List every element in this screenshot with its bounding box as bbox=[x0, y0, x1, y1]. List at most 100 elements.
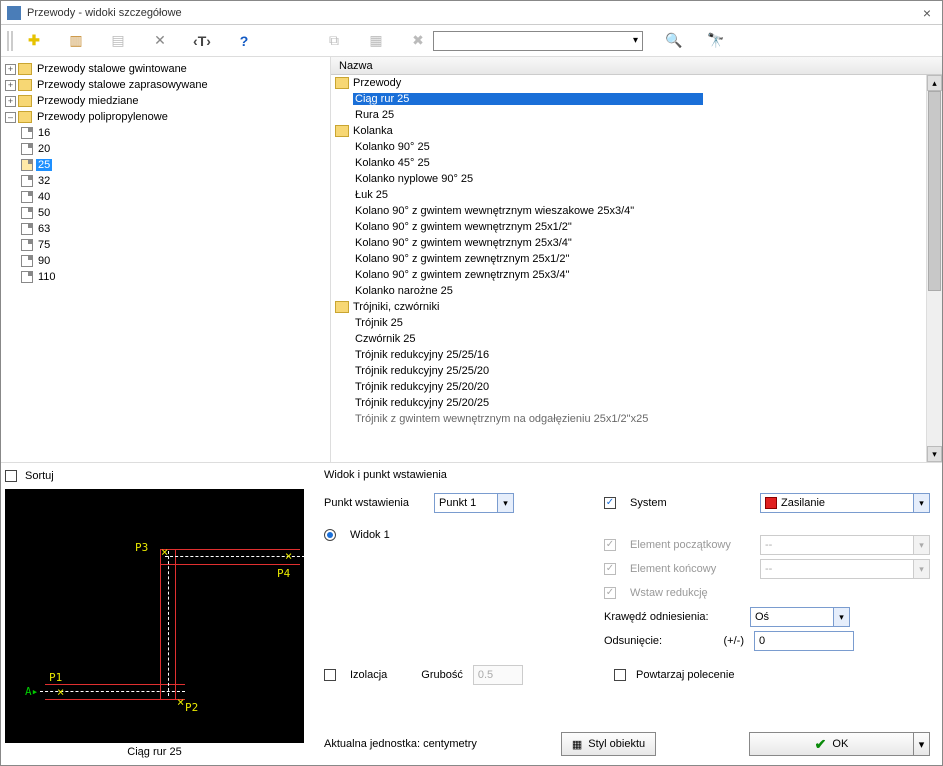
scroll-thumb[interactable] bbox=[928, 91, 941, 291]
close-button[interactable]: × bbox=[918, 5, 936, 21]
tools-icon[interactable]: ✕ bbox=[149, 30, 171, 52]
system-select[interactable]: Zasilanie▾ bbox=[760, 493, 930, 513]
right-pane: Nazwa Przewody Ciąg rur 25 Rura 25 Kolan… bbox=[331, 57, 942, 462]
odsun-input[interactable] bbox=[754, 631, 854, 651]
list-item[interactable]: Rura 25 bbox=[331, 107, 926, 123]
powtarzaj-label: Powtarzaj polecenie bbox=[636, 669, 734, 681]
list-item[interactable]: Kolano 90° z gwintem wewnętrznym wieszak… bbox=[331, 203, 926, 219]
tree-folder-open[interactable]: –Przewody polipropylenowe bbox=[5, 109, 326, 125]
window-title: Przewody - widoki szczegółowe bbox=[27, 7, 918, 19]
grubosc-input bbox=[473, 665, 523, 685]
search-icon[interactable]: 🔍 bbox=[663, 30, 685, 52]
element-konc-checkbox bbox=[604, 563, 616, 575]
wstaw-redukcje-label: Wstaw redukcję bbox=[630, 587, 708, 599]
list-item[interactable]: Kolanko narożne 25 bbox=[331, 283, 926, 299]
list-item[interactable]: Kolano 90° z gwintem wewnętrznym 25x1/2" bbox=[331, 219, 926, 235]
ok-split-arrow[interactable]: ▾ bbox=[914, 732, 930, 756]
swatch-icon bbox=[765, 497, 777, 509]
list-item[interactable]: Trójnik redukcyjny 25/20/20 bbox=[331, 379, 926, 395]
krawedz-select[interactable]: Oś▾ bbox=[750, 607, 850, 627]
list-item[interactable]: Kolanko 90° 25 bbox=[331, 139, 926, 155]
list-item[interactable]: Kolanko nyplowe 90° 25 bbox=[331, 171, 926, 187]
list-item[interactable]: Trójnik 25 bbox=[331, 315, 926, 331]
tree-item[interactable]: 40 bbox=[21, 189, 326, 205]
list-item-selected[interactable]: Ciąg rur 25 bbox=[331, 91, 926, 107]
system-label: System bbox=[630, 497, 750, 509]
toolbar-grip bbox=[7, 31, 13, 51]
app-icon bbox=[7, 6, 21, 20]
filter-combo[interactable]: ▾ bbox=[433, 31, 643, 51]
list-header[interactable]: Nazwa bbox=[331, 57, 942, 75]
help-icon[interactable]: ? bbox=[233, 30, 255, 52]
system-checkbox[interactable] bbox=[604, 497, 616, 509]
tree-item[interactable]: 32 bbox=[21, 173, 326, 189]
powtarzaj-checkbox[interactable] bbox=[614, 669, 626, 681]
list-item[interactable]: Trójnik z gwintem wewnętrznym na odgałęz… bbox=[331, 411, 926, 427]
tree-item[interactable]: 63 bbox=[21, 221, 326, 237]
item-list[interactable]: Przewody Ciąg rur 25 Rura 25 Kolanka Kol… bbox=[331, 75, 926, 462]
list-group[interactable]: Przewody bbox=[331, 75, 926, 91]
find-icon[interactable]: 🔭 bbox=[705, 30, 727, 52]
widok1-label: Widok 1 bbox=[350, 529, 390, 541]
scroll-up-icon[interactable]: ▴ bbox=[927, 75, 942, 91]
left-pane: +Przewody stalowe gwintowane +Przewody s… bbox=[1, 57, 331, 462]
odsun-pm: (+/-) bbox=[704, 635, 744, 647]
style-icon: ▦ bbox=[572, 738, 582, 751]
point-label: P3 bbox=[135, 541, 148, 554]
tree-folder[interactable]: +Przewody miedziane bbox=[5, 93, 326, 109]
tree-item[interactable]: 20 bbox=[21, 141, 326, 157]
tree-view[interactable]: +Przewody stalowe gwintowane +Przewody s… bbox=[1, 57, 330, 462]
properties-icon[interactable]: ▥ bbox=[65, 30, 87, 52]
style-button[interactable]: ▦ Styl obiektu bbox=[561, 732, 656, 756]
check-icon: ✔ bbox=[815, 736, 827, 753]
add-icon[interactable]: ✚ bbox=[23, 30, 45, 52]
list-item[interactable]: Trójnik redukcyjny 25/20/25 bbox=[331, 395, 926, 411]
punkt-label: Punkt wstawienia bbox=[324, 497, 424, 509]
tree-folder[interactable]: +Przewody stalowe gwintowane bbox=[5, 61, 326, 77]
tree-item[interactable]: 50 bbox=[21, 205, 326, 221]
element-pocz-select: --▾ bbox=[760, 535, 930, 555]
tree-item-selected[interactable]: 25 bbox=[21, 157, 326, 173]
list-group[interactable]: Kolanka bbox=[331, 123, 926, 139]
scrollbar-vertical[interactable]: ▴ ▾ bbox=[926, 75, 942, 462]
tree-folder[interactable]: +Przewody stalowe zaprasowywane bbox=[5, 77, 326, 93]
preview-canvas[interactable]: A▸ × × × × P1 P2 P3 P4 bbox=[5, 489, 304, 743]
insertion-panel: Widok i punkt wstawienia Punkt wstawieni… bbox=[308, 463, 942, 765]
sort-label: Sortuj bbox=[25, 470, 54, 482]
units-label: Aktualna jednostka: centymetry bbox=[324, 738, 477, 750]
krawedz-label: Krawędź odniesienia: bbox=[604, 611, 740, 623]
grubosc-label: Grubość bbox=[421, 669, 463, 681]
paste-icon[interactable]: ▦ bbox=[365, 30, 387, 52]
tree-item[interactable]: 75 bbox=[21, 237, 326, 253]
list-item[interactable]: Trójnik redukcyjny 25/25/20 bbox=[331, 363, 926, 379]
element-konc-select: --▾ bbox=[760, 559, 930, 579]
tree-item[interactable]: 90 bbox=[21, 253, 326, 269]
element-pocz-checkbox bbox=[604, 539, 616, 551]
list-group[interactable]: Trójniki, czwórniki bbox=[331, 299, 926, 315]
section-title: Widok i punkt wstawienia bbox=[324, 469, 930, 481]
tree-item[interactable]: 16 bbox=[21, 125, 326, 141]
tree-item[interactable]: 110 bbox=[21, 269, 326, 285]
izolacja-checkbox[interactable] bbox=[324, 669, 336, 681]
sort-checkbox[interactable] bbox=[5, 470, 17, 482]
widok1-radio[interactable] bbox=[324, 529, 336, 541]
list-icon[interactable]: ▤ bbox=[107, 30, 129, 52]
list-item[interactable]: Kolano 90° z gwintem wewnętrznym 25x3/4" bbox=[331, 235, 926, 251]
izolacja-label: Izolacja bbox=[350, 669, 387, 681]
ok-button[interactable]: ✔ OK bbox=[749, 732, 914, 756]
scroll-down-icon[interactable]: ▾ bbox=[927, 446, 942, 462]
punkt-select[interactable]: Punkt 1▾ bbox=[434, 493, 514, 513]
list-item[interactable]: Kolanko 45° 25 bbox=[331, 155, 926, 171]
list-item[interactable]: Trójnik redukcyjny 25/25/16 bbox=[331, 347, 926, 363]
list-item[interactable]: Kolano 90° z gwintem zewnętrznym 25x3/4" bbox=[331, 267, 926, 283]
list-item[interactable]: Czwórnik 25 bbox=[331, 331, 926, 347]
list-item[interactable]: Łuk 25 bbox=[331, 187, 926, 203]
point-label: P2 bbox=[185, 701, 198, 714]
point-label: P4 bbox=[277, 567, 290, 580]
text-icon[interactable]: ‹T› bbox=[191, 30, 213, 52]
point-label: P1 bbox=[49, 671, 62, 684]
element-pocz-label: Element początkowy bbox=[630, 539, 750, 551]
list-item[interactable]: Kolano 90° z gwintem zewnętrznym 25x1/2" bbox=[331, 251, 926, 267]
copy-icon[interactable]: ⧉ bbox=[323, 30, 345, 52]
delete-icon[interactable]: ✖ bbox=[407, 30, 429, 52]
